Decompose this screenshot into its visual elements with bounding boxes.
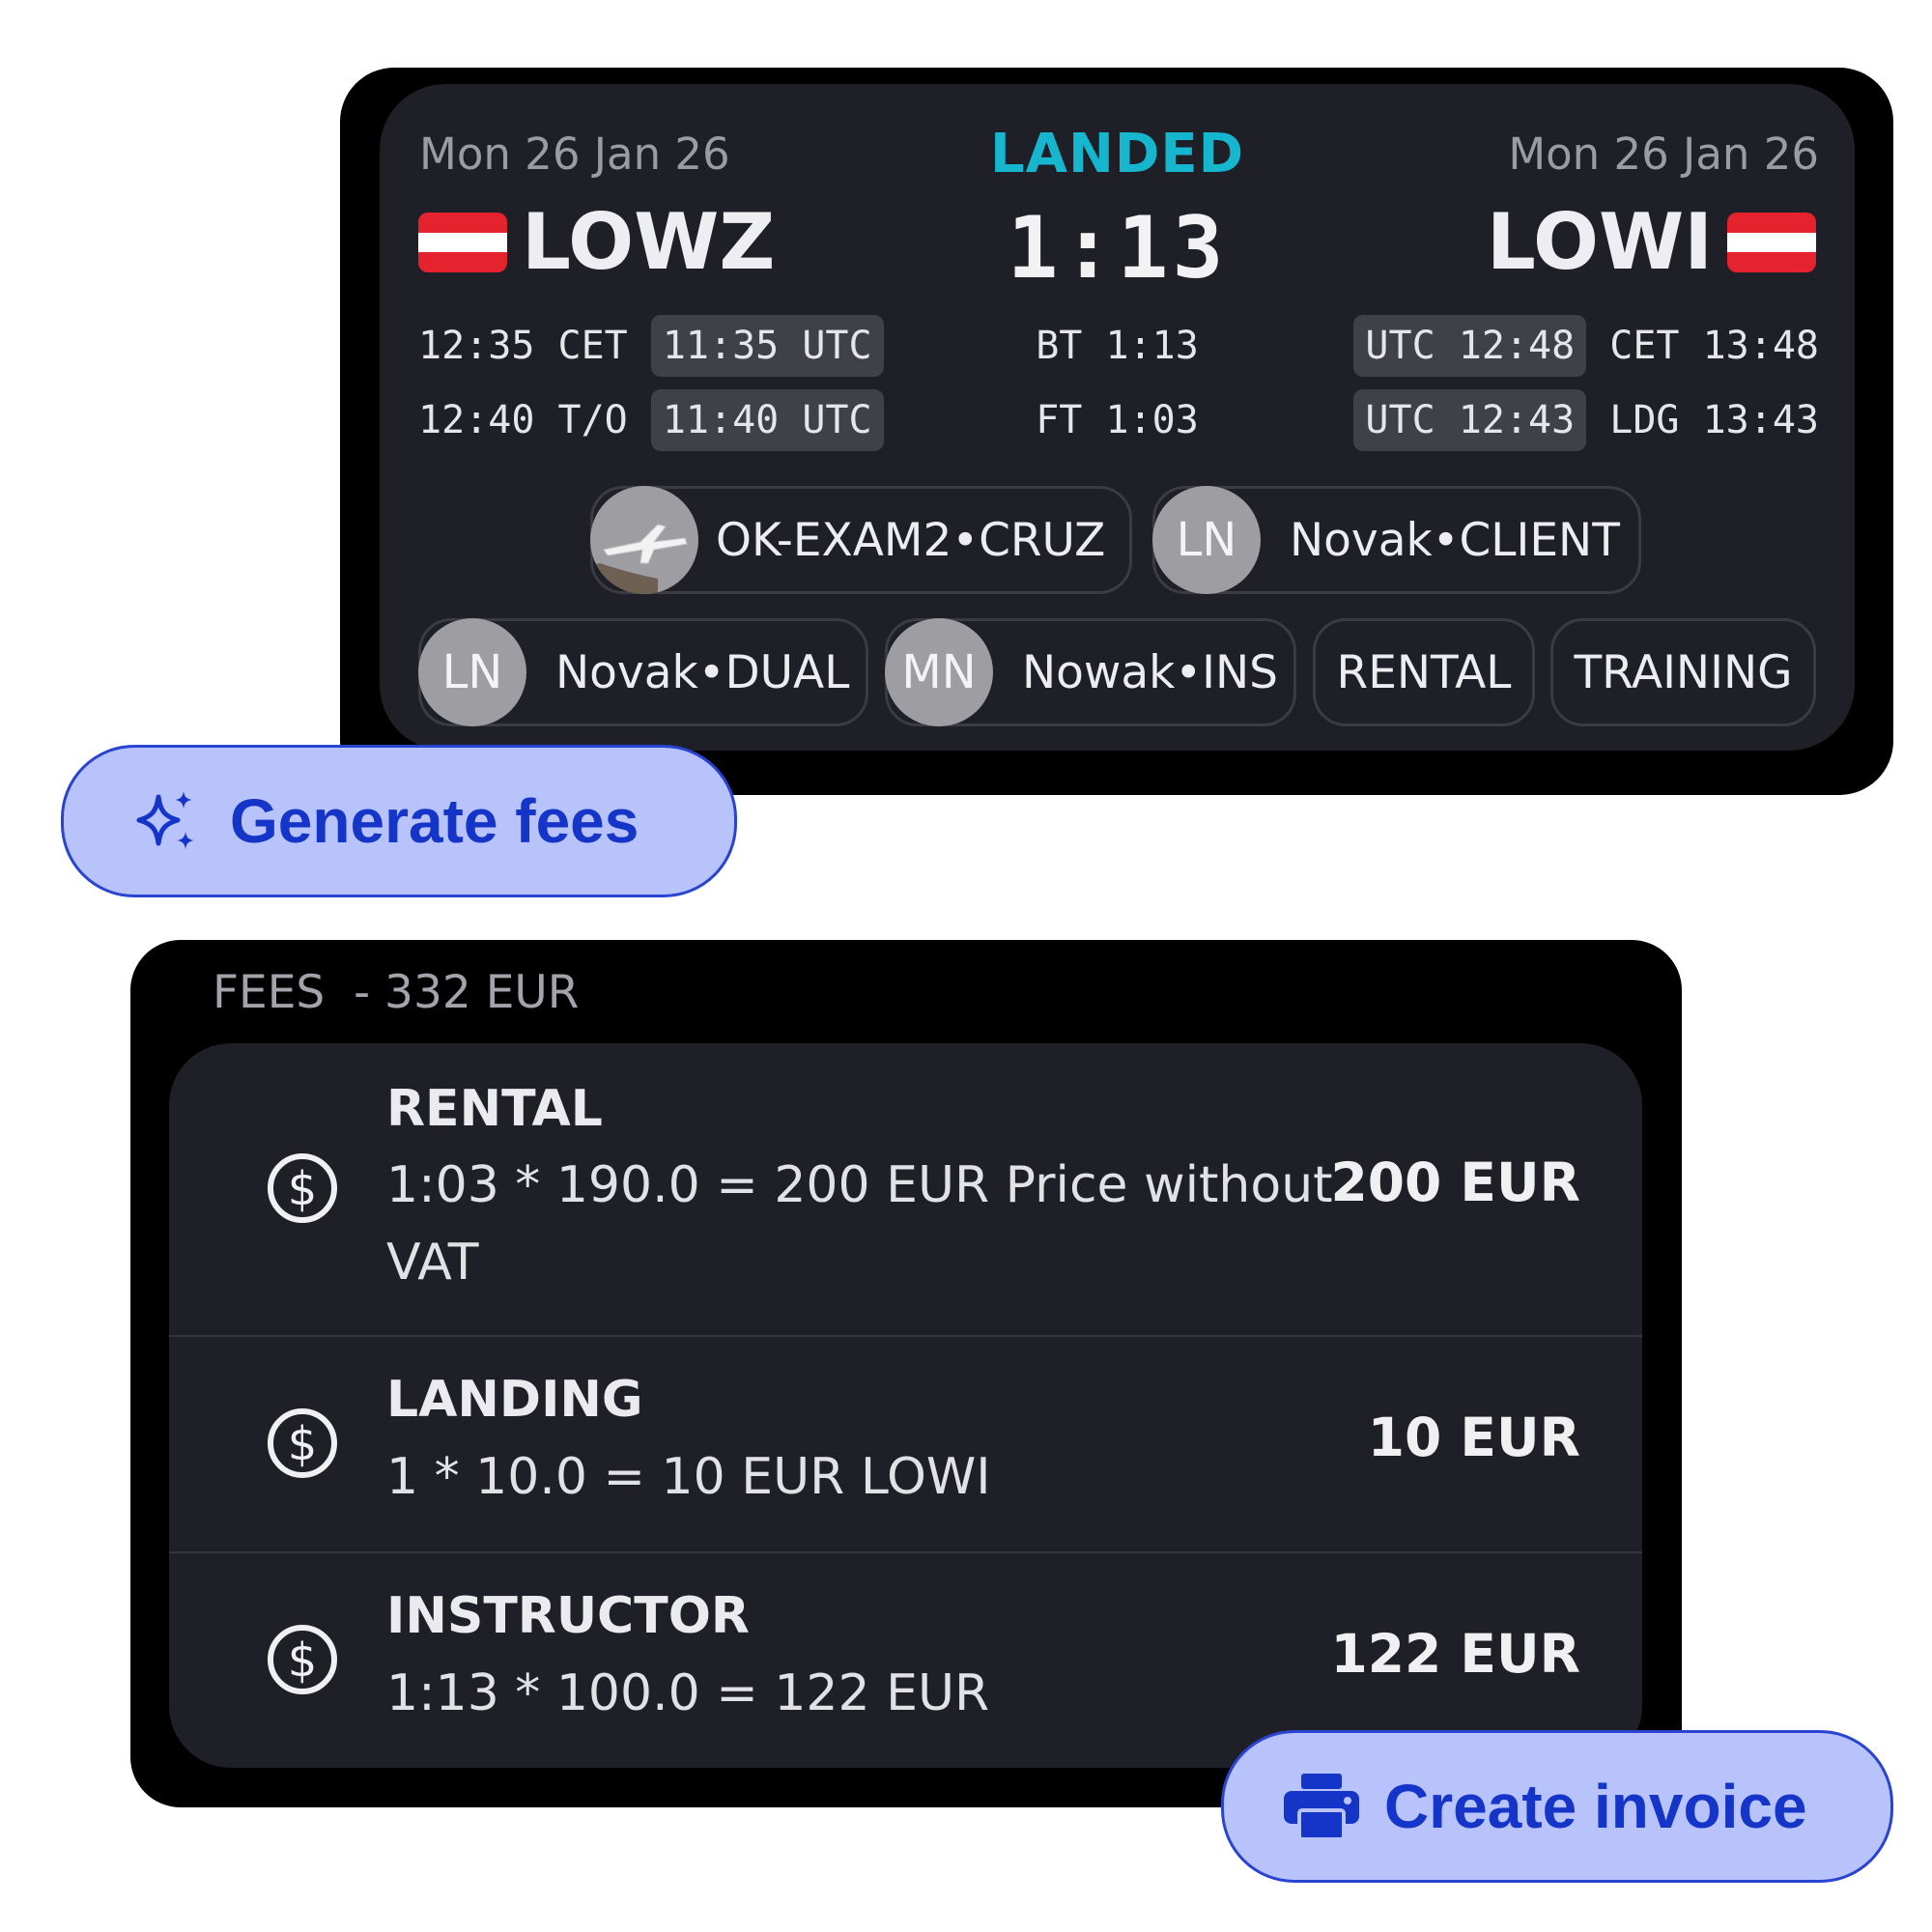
fee-amount: 200 EUR — [1330, 1151, 1580, 1213]
fees-list: $ RENTAL 1:03 * 190.0 = 200 EUR Price wi… — [169, 1043, 1642, 1768]
austria-flag-icon — [1727, 213, 1816, 272]
dollar-circle-icon: $ — [268, 1153, 337, 1223]
instructor-chip-label: Nowak•INS — [1022, 645, 1278, 699]
fee-description: 1 * 10.0 = 10 EUR LOWI — [386, 1448, 991, 1506]
create-invoice-button[interactable]: Create invoice — [1221, 1730, 1893, 1883]
fee-name: INSTRUCTOR — [386, 1587, 750, 1645]
dual-chip[interactable]: LN Novak•DUAL — [418, 618, 868, 726]
fee-name: RENTAL — [386, 1080, 603, 1138]
aircraft-photo — [590, 486, 698, 594]
svg-text:$: $ — [288, 1634, 318, 1688]
sparkles-icon — [136, 791, 194, 849]
client-chip-label: Novak•CLIENT — [1290, 513, 1620, 567]
arrival-local-time: CET 13:48 — [1609, 324, 1819, 368]
airplane-icon — [590, 524, 688, 594]
fee-row-landing[interactable]: $ LANDING 1 * 10.0 = 10 EUR LOWI 10 EUR — [169, 1337, 1642, 1553]
aircraft-chip-label: OK-EXAM2•CRUZ — [716, 513, 1106, 567]
printer-icon — [1284, 1774, 1359, 1841]
fees-total-title: FEES - 332 EUR — [213, 966, 580, 1019]
client-avatar: LN — [1152, 486, 1261, 594]
fee-amount: 10 EUR — [1367, 1406, 1580, 1468]
landing-times: UTC 12:43 LDG 13:43 — [1353, 389, 1819, 451]
instructor-chip[interactable]: MN Nowak•INS — [885, 618, 1296, 726]
landing-utc-time: UTC 12:43 — [1353, 389, 1587, 451]
dollar-circle-icon: $ — [268, 1625, 337, 1694]
flight-card[interactable]: Mon 26 Jan 26 LANDED Mon 26 Jan 26 LOWZ … — [380, 84, 1855, 751]
instructor-avatar: MN — [885, 618, 993, 726]
fee-amount: 122 EUR — [1330, 1623, 1580, 1685]
landing-local-time: LDG 13:43 — [1609, 398, 1819, 442]
generate-fees-button[interactable]: Generate fees — [61, 745, 737, 897]
arrival-date: Mon 26 Jan 26 — [1508, 128, 1819, 180]
rental-tag[interactable]: RENTAL — [1313, 618, 1535, 726]
aircraft-chip[interactable]: OK-EXAM2•CRUZ — [590, 486, 1132, 594]
create-invoice-label: Create invoice — [1384, 1772, 1807, 1841]
dollar-circle-icon: $ — [268, 1408, 337, 1478]
generate-fees-label: Generate fees — [230, 786, 639, 856]
dual-chip-label: Novak•DUAL — [555, 645, 850, 699]
fee-description: 1:03 * 190.0 = 200 EUR Price without VAT — [386, 1156, 1333, 1292]
fee-name: LANDING — [386, 1371, 643, 1429]
dual-avatar: LN — [418, 618, 526, 726]
arrival-utc-time: UTC 12:48 — [1353, 315, 1587, 377]
arrival-airport: LOWI — [1486, 197, 1713, 287]
fee-description: 1:13 * 100.0 = 122 EUR — [386, 1664, 990, 1722]
svg-text:$: $ — [288, 1162, 318, 1216]
fee-row-rental[interactable]: $ RENTAL 1:03 * 190.0 = 200 EUR Price wi… — [169, 1043, 1642, 1337]
arrival-times: UTC 12:48 CET 13:48 — [1353, 315, 1819, 377]
training-tag[interactable]: TRAINING — [1550, 618, 1816, 726]
svg-text:$: $ — [288, 1417, 318, 1471]
client-chip[interactable]: LN Novak•CLIENT — [1152, 486, 1641, 594]
